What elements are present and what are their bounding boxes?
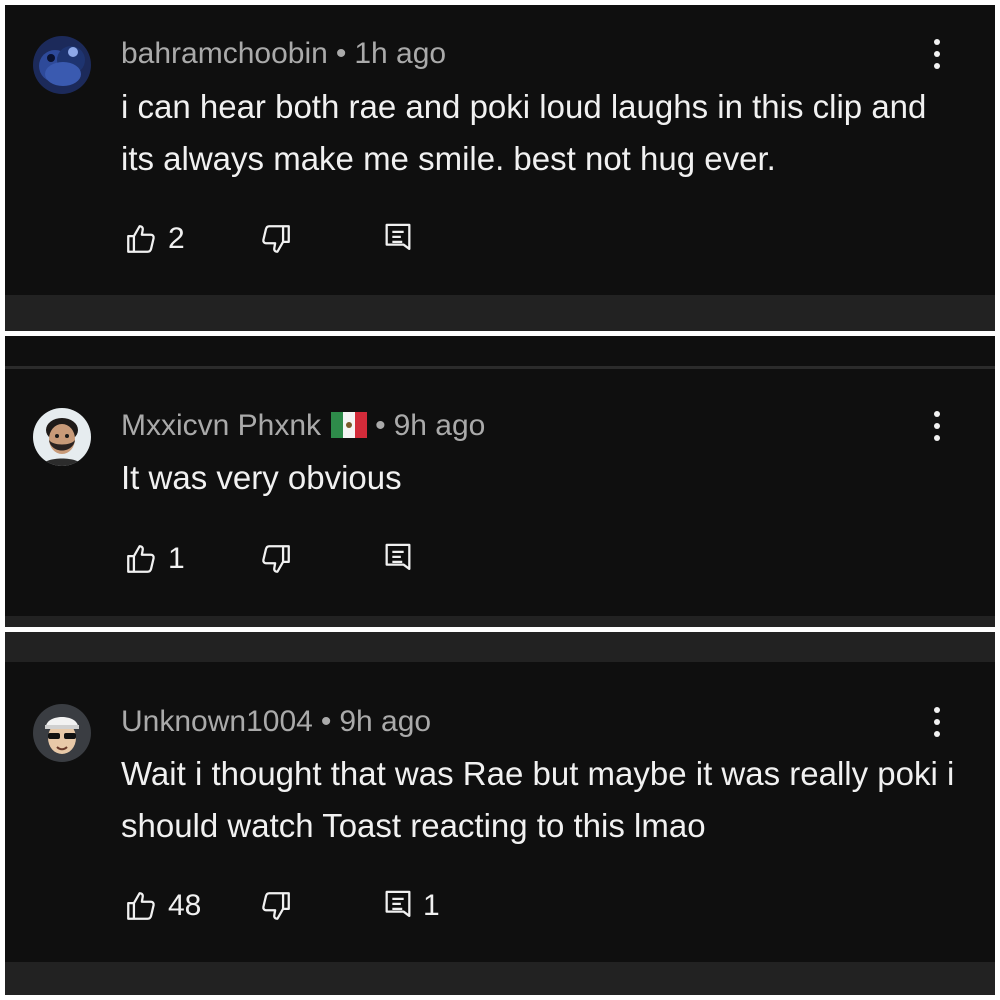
comment-time: 9h ago (393, 409, 486, 442)
thumb-up-icon (127, 225, 155, 253)
like-button[interactable]: 48 (124, 884, 201, 928)
thumb-up-icon (127, 892, 155, 920)
comment-actions: 1 (121, 537, 441, 581)
avatar[interactable] (33, 36, 91, 94)
reply-button[interactable] (383, 537, 423, 581)
author-name[interactable]: bahramchoobin (121, 37, 328, 70)
reply-count: 1 (423, 889, 440, 922)
separator-strip (5, 632, 995, 662)
comment-text: It was very obvious (121, 459, 402, 496)
reply-button[interactable]: 1 (383, 884, 440, 928)
comment-2: Mxxicvn Phxnk • 9h ago It was very obvious… (5, 336, 995, 616)
comment-actions: 48 1 (121, 884, 461, 928)
comment-time: 1h ago (354, 37, 447, 70)
comment-meta: Mxxicvn Phxnk • 9h ago (121, 409, 486, 442)
comment-3: Unknown1004 • 9h ago Wait i thought that w… (5, 662, 995, 962)
more-vertical-icon (934, 39, 940, 69)
dislike-button[interactable] (259, 537, 293, 581)
comment-1: bahramchoobin • 1h ago i can hear both rae… (5, 5, 995, 295)
more-button[interactable] (925, 34, 949, 74)
comment-text: i can hear both rae and poki loud laughs… (121, 88, 927, 177)
author-name[interactable]: Mxxicvn Phxnk (121, 409, 321, 442)
thumb-down-icon (262, 225, 290, 253)
reply-comment-icon (385, 223, 411, 251)
comment-text: Wait i thought that was Rae but maybe it… (121, 755, 955, 844)
comment-meta: bahramchoobin • 1h ago (121, 37, 447, 70)
avatar[interactable] (33, 704, 91, 762)
dark-blue-figure-avatar-icon (33, 36, 91, 94)
thumb-down-icon (262, 545, 290, 573)
comment-panel-2: Mxxicvn Phxnk • 9h ago It was very obvious… (5, 336, 995, 627)
more-vertical-icon (934, 411, 940, 441)
bearded-man-avatar-icon (33, 408, 91, 466)
cartoon-man-cap-sunglasses-avatar-icon (33, 704, 91, 762)
thumb-up-icon (127, 545, 155, 573)
like-button[interactable]: 2 (124, 217, 185, 261)
more-button[interactable] (925, 702, 949, 742)
separator-strip (5, 295, 995, 331)
separator-strip (5, 616, 995, 627)
comment-time: 9h ago (339, 705, 432, 738)
comment-actions: 2 (121, 217, 441, 261)
reply-comment-icon (385, 890, 411, 918)
reply-comment-icon (385, 543, 411, 571)
mexico-flag-icon (331, 412, 368, 438)
dislike-button[interactable] (259, 217, 293, 261)
dislike-button[interactable] (259, 884, 293, 928)
separator-strip (5, 962, 995, 995)
like-button[interactable]: 1 (124, 537, 185, 581)
avatar[interactable] (33, 408, 91, 466)
more-vertical-icon (934, 707, 940, 737)
more-button[interactable] (925, 406, 949, 446)
reply-button[interactable] (383, 217, 423, 261)
comment-panel-1: bahramchoobin • 1h ago i can hear both rae… (5, 5, 995, 331)
like-count: 1 (168, 542, 185, 575)
like-count: 48 (168, 889, 202, 922)
thumb-down-icon (262, 892, 290, 920)
like-count: 2 (168, 222, 185, 255)
comment-meta: Unknown1004 • 9h ago (121, 705, 432, 738)
comment-panel-3: Unknown1004 • 9h ago Wait i thought that w… (5, 632, 995, 995)
author-name[interactable]: Unknown1004 (121, 705, 313, 738)
